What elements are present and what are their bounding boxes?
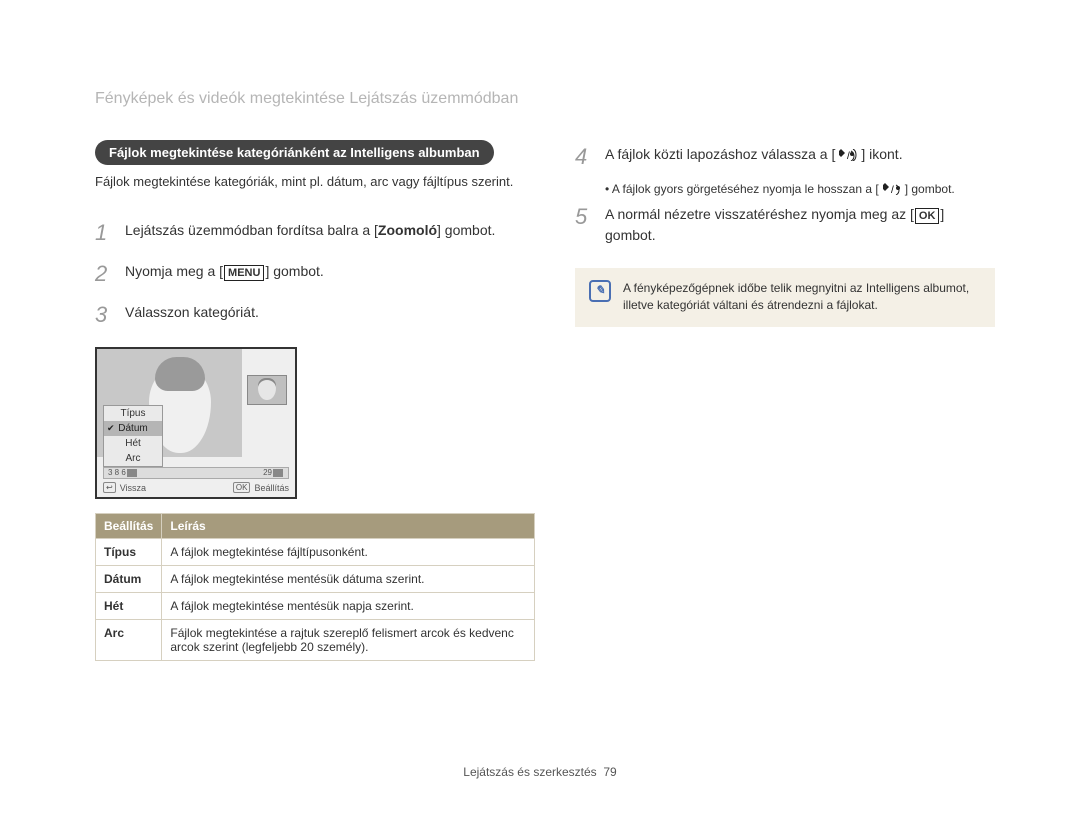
ok-key-label: OK <box>915 208 940 224</box>
step-number: 3 <box>95 298 115 331</box>
back-key-icon: ↩ <box>103 482 116 493</box>
menu-key-label: MENU <box>224 265 264 281</box>
settings-table: Beállítás Leírás Típus A fájlok megtekin… <box>95 513 535 661</box>
step-text: A fájlok közti lapozáshoz válassza a [ /… <box>605 140 903 173</box>
table-header: Leírás <box>162 513 535 538</box>
lcd-menu-item: Arc <box>104 451 162 466</box>
table-row: Dátum A fájlok megtekintése mentésük dát… <box>96 565 535 592</box>
table-row: Típus A fájlok megtekintése fájltípusonk… <box>96 538 535 565</box>
step-number: 2 <box>95 257 115 290</box>
ok-key-icon: OK <box>233 482 251 493</box>
set-label: Beállítás <box>254 483 289 493</box>
step-number: 1 <box>95 216 115 249</box>
note-text: A fényképezőgépnek időbe telik megnyitni… <box>623 280 981 315</box>
steps-left: 1 Lejátszás üzemmódban fordítsa balra a … <box>95 216 535 331</box>
step-number: 5 <box>575 200 595 246</box>
info-icon: ✎ <box>589 280 611 302</box>
steps-right: 4 A fájlok közti lapozáshoz válassza a [… <box>575 140 995 246</box>
step-text: A normál nézetre visszatéréshez nyomja m… <box>605 200 995 246</box>
lcd-menu-item-selected: Dátum <box>104 421 162 436</box>
table-row: Arc Fájlok megtekintése a rajtuk szerepl… <box>96 619 535 660</box>
left-right-nav-icon: / <box>835 144 861 165</box>
lcd-menu-item: Típus <box>104 406 162 421</box>
page-footer: Lejátszás és szerkesztés 79 <box>0 765 1080 779</box>
step-number: 4 <box>575 140 595 173</box>
camera-lcd-mockup: Típus Dátum Hét Arc 3 8 6 29 ↩ Vissza <box>95 347 297 499</box>
step-text: Válasszon kategóriát. <box>125 298 259 331</box>
section-pill: Fájlok megtekintése kategóriánként az In… <box>95 140 494 165</box>
step-text: Lejátszás üzemmódban fordítsa balra a [Z… <box>125 216 495 249</box>
lcd-thumbnail <box>247 375 287 405</box>
step-bullet: A fájlok gyors görgetéséhez nyomja le ho… <box>605 181 995 198</box>
table-header: Beállítás <box>96 513 162 538</box>
step-text: Nyomja meg a [MENU] gombot. <box>125 257 324 290</box>
table-row: Hét A fájlok megtekintése mentésük napja… <box>96 592 535 619</box>
page-title: Fényképek és videók megtekintése Lejátsz… <box>95 90 995 108</box>
lcd-category-menu: Típus Dátum Hét Arc <box>103 405 163 467</box>
lcd-menu-item: Hét <box>104 436 162 451</box>
info-note: ✎ A fényképezőgépnek időbe telik megnyit… <box>575 268 995 327</box>
intro-text: Fájlok megtekintése kategóriák, mint pl.… <box>95 173 535 192</box>
lcd-bottom-bar: ↩ Vissza OK Beállítás <box>103 481 289 495</box>
back-label: Vissza <box>120 483 146 493</box>
left-right-nav-icon: / <box>879 181 905 198</box>
lcd-filmstrip: 3 8 6 29 <box>103 467 289 479</box>
svg-text:/: / <box>847 151 850 161</box>
svg-text:/: / <box>891 185 894 195</box>
